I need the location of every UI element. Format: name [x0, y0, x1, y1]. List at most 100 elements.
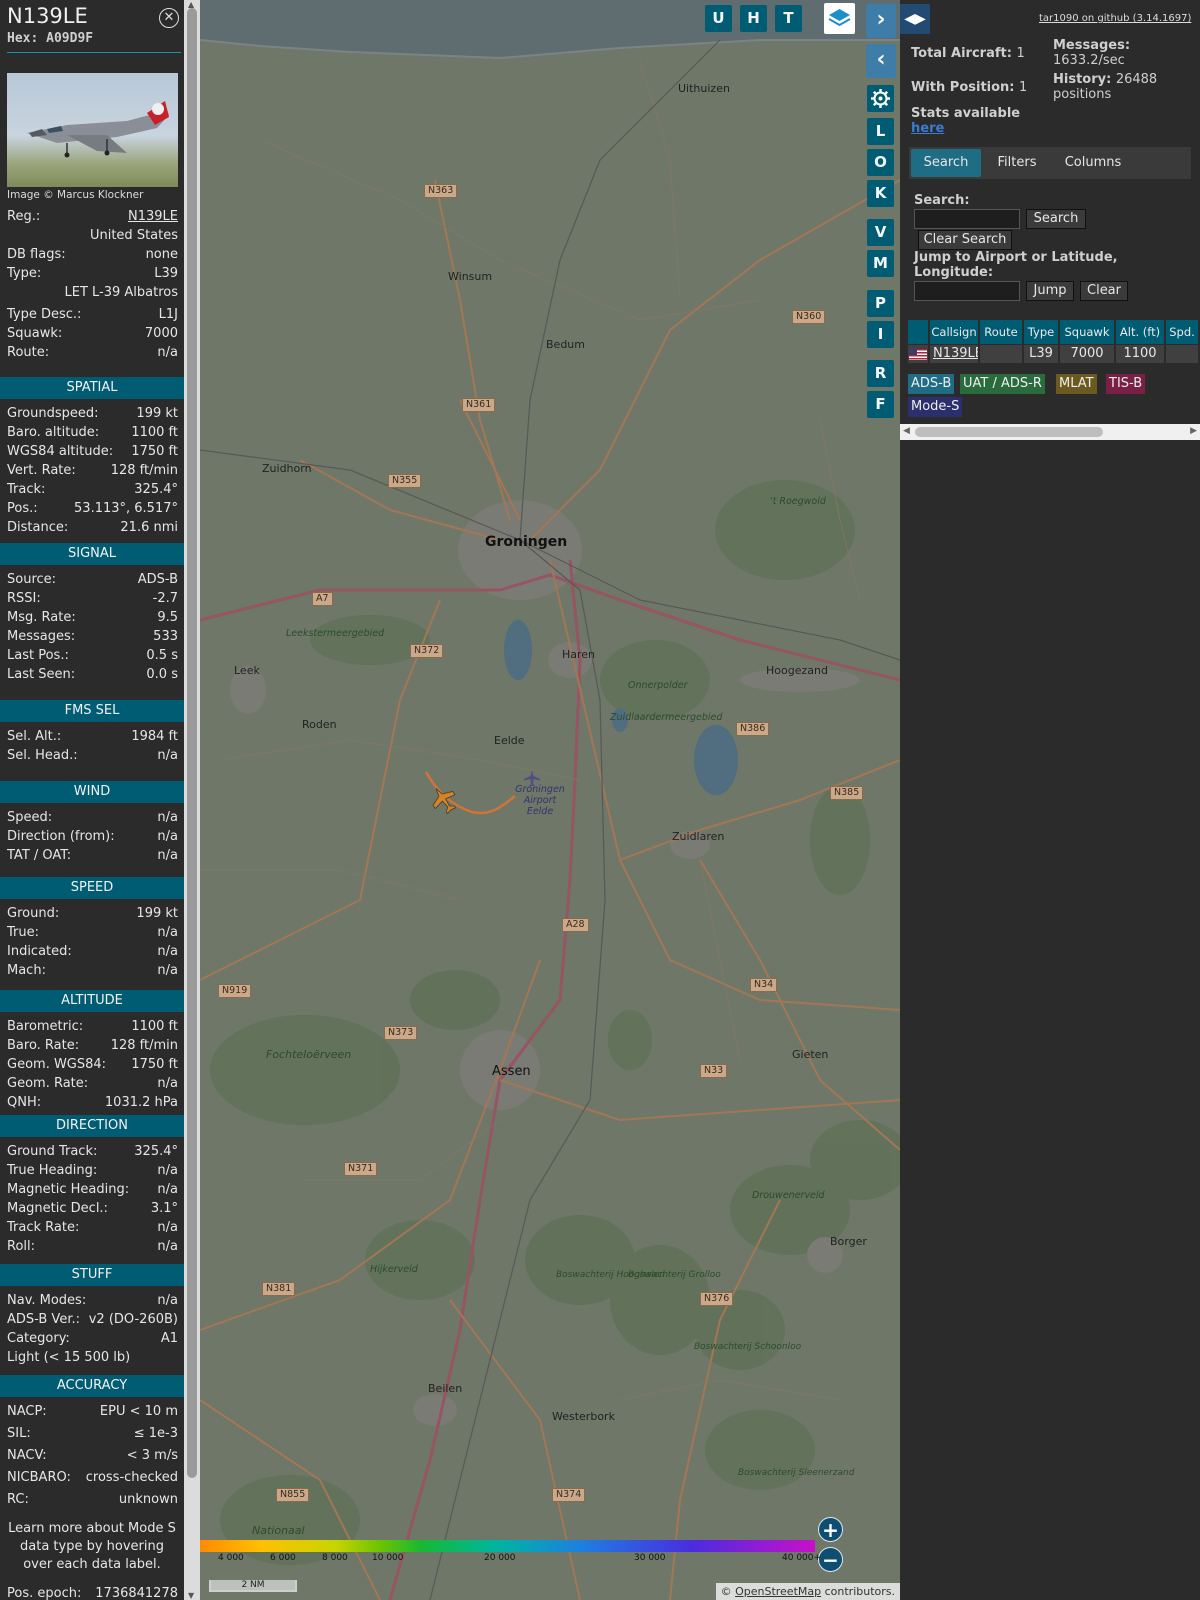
- map-button-u[interactable]: U: [705, 5, 732, 32]
- jump-button[interactable]: Jump: [1026, 281, 1074, 301]
- map-button-m[interactable]: M: [867, 250, 894, 277]
- info-label[interactable]: Geom. Rate:: [7, 1075, 88, 1093]
- info-label[interactable]: Last Pos.:: [7, 647, 69, 665]
- map-button-l[interactable]: L: [867, 118, 894, 145]
- info-label[interactable]: Baro. Rate:: [7, 1037, 79, 1055]
- column-callsign[interactable]: Callsign: [930, 320, 980, 344]
- info-label[interactable]: Source:: [7, 571, 56, 589]
- row-speed[interactable]: [1166, 345, 1200, 363]
- info-label[interactable]: Magnetic Decl.:: [7, 1200, 108, 1218]
- aircraft-photo[interactable]: [7, 73, 178, 187]
- column-squawk[interactable]: Squawk: [1060, 320, 1116, 344]
- scroll-right-arrow-icon[interactable]: ▶: [1190, 426, 1197, 436]
- info-label[interactable]: Baro. altitude:: [7, 424, 99, 442]
- info-label[interactable]: Indicated:: [7, 943, 72, 961]
- row-route[interactable]: [980, 345, 1024, 363]
- tab-columns[interactable]: Columns: [1053, 147, 1133, 179]
- info-label[interactable]: TAT / OAT:: [7, 847, 71, 865]
- info-label[interactable]: Last Seen:: [7, 666, 75, 684]
- info-label[interactable]: Distance:: [7, 519, 68, 537]
- section-header-spatial[interactable]: SPATIAL: [0, 377, 184, 399]
- table-horizontal-scrollbar[interactable]: ◀ ▶: [900, 424, 1200, 440]
- info-label[interactable]: True Heading:: [7, 1162, 97, 1180]
- search-input[interactable]: [914, 209, 1020, 229]
- search-button[interactable]: Search: [1026, 209, 1086, 229]
- map-button-f[interactable]: F: [867, 391, 894, 418]
- info-label[interactable]: NACV:: [7, 1447, 47, 1465]
- info-label[interactable]: Magnetic Heading:: [7, 1181, 129, 1199]
- row-type[interactable]: L39: [1024, 345, 1060, 363]
- info-label[interactable]: NICBARO:: [7, 1469, 71, 1487]
- map-view[interactable]: Uithuizen Winsum Bedum Zuidhorn Groningen Har…: [200, 0, 900, 1600]
- map-button-v[interactable]: V: [867, 219, 894, 246]
- section-header-speed[interactable]: SPEED: [0, 877, 184, 899]
- map-button-i[interactable]: I: [867, 321, 894, 348]
- info-label[interactable]: Speed:: [7, 809, 52, 827]
- info-label[interactable]: Vert. Rate:: [7, 462, 76, 480]
- scroll-left-arrow-icon[interactable]: ◀: [903, 426, 910, 436]
- stats-link[interactable]: here: [911, 121, 1020, 136]
- info-label[interactable]: Messages:: [7, 628, 75, 646]
- settings-button[interactable]: [867, 85, 894, 112]
- info-label[interactable]: WGS84 altitude:: [7, 443, 113, 461]
- section-header-altitude[interactable]: ALTITUDE: [0, 990, 184, 1012]
- zoom-in-button[interactable]: +: [818, 1517, 843, 1542]
- section-header-stuff[interactable]: STUFF: [0, 1264, 184, 1286]
- source-badge-mode-s[interactable]: Mode-S: [908, 397, 963, 417]
- info-label[interactable]: Barometric:: [7, 1018, 83, 1036]
- openstreetmap-link[interactable]: OpenStreetMap: [735, 1585, 821, 1598]
- source-badge-ads-b[interactable]: ADS-B: [908, 374, 955, 394]
- info-label[interactable]: ADS-B Ver.:: [7, 1311, 80, 1329]
- flag-column-header[interactable]: [908, 320, 930, 344]
- info-label[interactable]: Direction (from):: [7, 828, 115, 846]
- column-altitude[interactable]: Alt. (ft): [1116, 320, 1166, 344]
- info-label[interactable]: Groundspeed:: [7, 405, 98, 423]
- info-label[interactable]: Mach:: [7, 962, 46, 980]
- github-link[interactable]: tar1090 on github (3.14.1697): [1039, 13, 1191, 24]
- info-label[interactable]: True:: [7, 924, 39, 942]
- collapse-left-button[interactable]: ‹: [866, 44, 896, 78]
- tab-search[interactable]: Search: [911, 149, 981, 177]
- column-type[interactable]: Type: [1024, 320, 1060, 344]
- info-label[interactable]: Sel. Alt.:: [7, 728, 61, 746]
- map-button-o[interactable]: O: [867, 149, 894, 176]
- section-header-fms-sel[interactable]: FMS SEL: [0, 700, 184, 722]
- section-header-accuracy[interactable]: ACCURACY: [0, 1375, 184, 1397]
- column-speed[interactable]: Spd.: [1166, 320, 1200, 344]
- info-label[interactable]: SIL:: [7, 1425, 31, 1443]
- info-label[interactable]: Geom. WGS84:: [7, 1056, 106, 1074]
- source-badge-tis-b[interactable]: TIS-B: [1106, 374, 1146, 394]
- column-route[interactable]: Route: [980, 320, 1024, 344]
- row-altitude[interactable]: 1100: [1116, 345, 1166, 363]
- clear-search-button[interactable]: Clear Search: [918, 230, 1012, 250]
- info-label[interactable]: RSSI:: [7, 590, 41, 608]
- section-header-signal[interactable]: SIGNAL: [0, 543, 184, 565]
- hscroll-thumb[interactable]: [915, 427, 1103, 437]
- map-button-t[interactable]: T: [775, 5, 802, 32]
- source-badge-mlat[interactable]: MLAT: [1056, 374, 1097, 394]
- close-icon[interactable]: ✕: [159, 8, 179, 28]
- row-squawk[interactable]: 7000: [1060, 345, 1116, 363]
- source-badge-uat-ads-r[interactable]: UAT / ADS-R: [960, 374, 1045, 394]
- section-header-direction[interactable]: DIRECTION: [0, 1115, 184, 1137]
- registration-link[interactable]: N139LE: [128, 208, 178, 226]
- layers-button[interactable]: [824, 3, 855, 34]
- clear-button[interactable]: Clear: [1080, 281, 1128, 301]
- expand-right-button[interactable]: ›: [866, 4, 896, 38]
- tab-filters[interactable]: Filters: [985, 147, 1049, 179]
- info-label[interactable]: QNH:: [7, 1094, 41, 1112]
- left-panel-scrollbar[interactable]: ▲ ▼: [184, 0, 200, 1600]
- info-label[interactable]: NACP:: [7, 1403, 47, 1421]
- info-label[interactable]: Category:: [7, 1330, 70, 1348]
- section-header-wind[interactable]: WIND: [0, 781, 184, 803]
- row-callsign[interactable]: N139LE: [930, 345, 980, 363]
- toggle-sidebar-button[interactable]: ◀▶: [900, 4, 930, 34]
- info-label[interactable]: Ground Track:: [7, 1143, 97, 1161]
- zoom-out-button[interactable]: −: [818, 1547, 843, 1572]
- info-label[interactable]: Roll:: [7, 1238, 35, 1256]
- map-button-p[interactable]: P: [867, 290, 894, 317]
- info-label[interactable]: Light (< 15 500 lb): [7, 1349, 130, 1367]
- info-label[interactable]: Pos.:: [7, 500, 38, 518]
- info-label[interactable]: Ground:: [7, 905, 59, 923]
- info-label[interactable]: RC:: [7, 1491, 29, 1509]
